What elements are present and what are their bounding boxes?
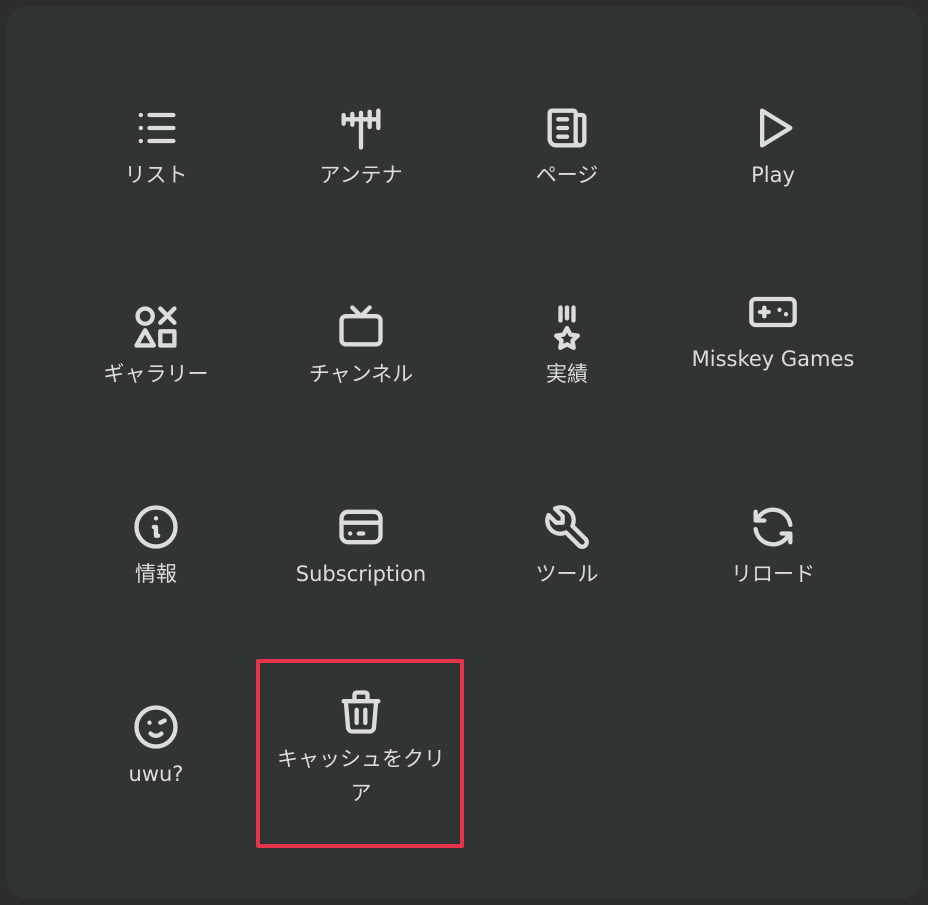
tv-icon [335,301,387,353]
menu-item-label: リスト [124,163,188,187]
menu-item-label: ページ [535,163,599,187]
refresh-icon [747,501,799,553]
menu-item-label: Play [751,163,795,187]
menu-item-label: Subscription [295,562,427,586]
menu-item-label: チャンネル [308,362,414,386]
menu-item-subscription[interactable]: Subscription [258,501,464,701]
launcher-panel: リスト アンテナ ページ Play ギャラリー チャンネル 実績 Misskey… [6,6,922,899]
menu-item-label: アンテナ [319,163,403,187]
medal-icon [541,301,593,353]
menu-item-label: リロード [731,562,815,586]
menu-item-antenna[interactable]: アンテナ [258,102,464,302]
menu-item-pages[interactable]: ページ [464,102,670,302]
menu-item-list[interactable]: リスト [53,102,259,302]
play-icon [747,102,799,154]
menu-item-achievements[interactable]: 実績 [464,301,670,501]
menu-item-label: 情報 [135,562,177,586]
wrench-icon [541,501,593,553]
mood-wink-icon [130,701,182,753]
menu-item-label: キャッシュをクリア [277,747,445,805]
list-icon [130,102,182,154]
menu-item-label: ツール [535,562,599,586]
menu-item-play[interactable]: Play [670,102,876,302]
menu-item-label: Misskey Games [691,347,855,371]
info-circle-icon [130,501,182,553]
credit-card-icon [335,501,387,553]
menu-item-gallery[interactable]: ギャラリー [53,301,259,501]
menu-item-games[interactable]: Misskey Games [670,286,876,486]
shapes-icon [130,301,182,353]
menu-item-label: ギャラリー [103,362,209,386]
news-icon [541,102,593,154]
trash-icon [335,686,387,738]
antenna-icon [335,102,387,154]
menu-item-about[interactable]: 情報 [53,501,259,701]
menu-item-uwu[interactable]: uwu? [53,701,259,901]
menu-item-channel[interactable]: チャンネル [258,301,464,501]
gamepad-icon [747,286,799,338]
menu-item-clear-cache[interactable]: キャッシュをクリア [258,686,464,886]
menu-item-label: 実績 [546,362,588,386]
menu-item-label: uwu? [128,762,184,786]
menu-item-tools[interactable]: ツール [464,501,670,701]
menu-item-reload[interactable]: リロード [670,501,876,701]
